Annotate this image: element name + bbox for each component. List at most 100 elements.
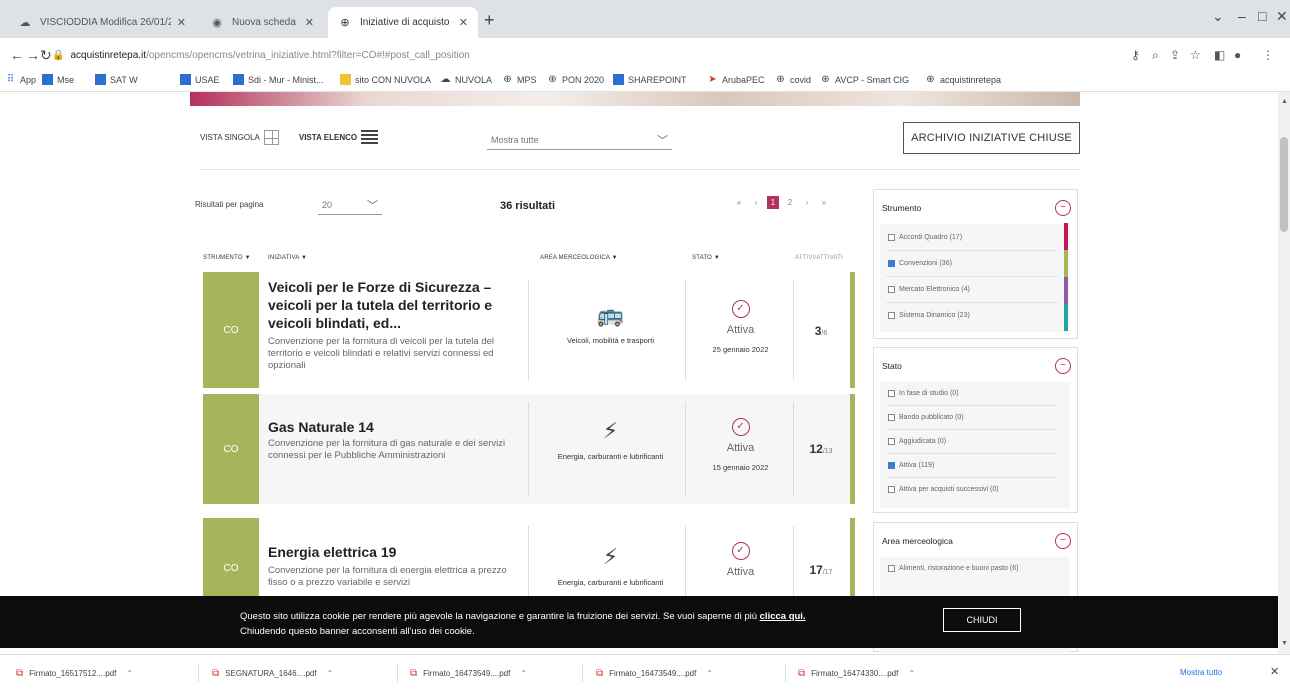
bookmark-label: USAE [195, 74, 220, 85]
chevron-up-icon[interactable]: ⌃ [327, 669, 334, 678]
close-tab-icon[interactable]: ✕ [459, 16, 468, 29]
close-tab-icon[interactable]: ✕ [305, 16, 314, 29]
key-icon[interactable]: ⚷ [1131, 48, 1140, 62]
close-tab-icon[interactable]: ✕ [177, 16, 186, 29]
initiative-title[interactable]: Gas Naturale 14 [268, 418, 523, 436]
collapse-icon[interactable]: − [1055, 533, 1071, 549]
chevron-up-icon[interactable]: ⌃ [520, 669, 527, 678]
page-current[interactable]: 1 [767, 196, 779, 209]
checkbox-checked[interactable] [888, 462, 895, 469]
bookmark-item[interactable]: Mse [42, 74, 74, 85]
page-next-number[interactable]: 2 [784, 196, 796, 209]
bookmark-item[interactable]: ⊕ acquistinretepa [925, 74, 1001, 85]
bookmark-item[interactable]: ⊕ MPS [502, 74, 536, 85]
first-page-button[interactable]: « [733, 196, 745, 209]
share-icon[interactable]: ⇪ [1170, 48, 1180, 62]
reload-icon[interactable]: ↻ [40, 47, 52, 64]
show-all-downloads-link[interactable]: Mostra tutto [1180, 668, 1222, 677]
results-per-page-select[interactable]: 20 ﹀ [318, 195, 382, 215]
forward-icon[interactable]: → [26, 47, 40, 63]
scroll-down-icon[interactable]: ▼ [1281, 640, 1288, 647]
initiative-row[interactable]: CO Veicoli per le Forze di Sicurezza – v… [203, 272, 855, 388]
bookmark-item[interactable]: ⊕ AVCP - Smart CIG [820, 74, 909, 85]
view-list-toggle[interactable]: VISTA ELENCO [299, 130, 379, 145]
download-item[interactable]: ⧉ Firmato_16473549....pdf ⌃ [410, 668, 527, 679]
checkbox[interactable] [888, 414, 895, 421]
initiative-title[interactable]: Veicoli per le Forze di Sicurezza – veic… [268, 278, 523, 332]
filter-option[interactable]: Mercato Elettronico (4) [888, 286, 970, 293]
new-tab-button[interactable]: + [484, 10, 495, 31]
column-header-stato[interactable]: STATO ▼ [692, 255, 720, 261]
initiative-row[interactable]: CO Gas Naturale 14 Convenzione per la fo… [203, 394, 855, 504]
star-icon[interactable]: ☆ [1190, 48, 1201, 62]
tab-search-icon[interactable]: ⌄ [1212, 8, 1224, 25]
filter-option[interactable]: Bando pubblicato (0) [888, 414, 964, 421]
filter-option[interactable]: Attiva (119) [888, 462, 934, 469]
prev-page-button[interactable]: ‹ [750, 196, 762, 209]
bookmark-item[interactable]: ☁ NUVOLA [440, 74, 493, 85]
browser-tab-2[interactable]: ◉ Nuova scheda ✕ [200, 7, 324, 38]
bookmark-item[interactable]: SAT W [95, 74, 138, 85]
filter-option[interactable]: In fase di studio (0) [888, 390, 959, 397]
profile-avatar[interactable]: ● [1234, 48, 1241, 62]
page-scrollbar[interactable]: ▲ ▼ [1278, 92, 1290, 654]
cookie-info-link[interactable]: clicca qui. [760, 611, 806, 622]
filter-option[interactable]: Accordi Quadro (17) [888, 234, 962, 241]
browser-tab-3[interactable]: ⊕ Iniziative di acquisto - acquistin ✕ [328, 7, 478, 38]
checkbox[interactable] [888, 234, 895, 241]
chevron-up-icon[interactable]: ⌃ [908, 669, 915, 678]
initiative-title[interactable]: Energia elettrica 19 [268, 543, 523, 561]
bookmark-item[interactable]: sito CON NUVOLA [340, 74, 431, 85]
maximize-button[interactable]: □ [1258, 8, 1266, 24]
collapse-icon[interactable]: − [1055, 358, 1071, 374]
browser-tab-1[interactable]: ☁ VISCIODDIA Modifica 26/01/202 ✕ [8, 7, 196, 38]
minimize-button[interactable]: – [1238, 8, 1246, 24]
chevron-up-icon[interactable]: ⌃ [706, 669, 713, 678]
zoom-icon[interactable]: ⌕ [1152, 48, 1159, 63]
view-single-toggle[interactable]: VISTA SINGOLA [200, 130, 279, 145]
cookie-close-button[interactable]: CHIUDI [943, 608, 1021, 632]
column-header-strumento[interactable]: STRUMENTO ▼ [203, 255, 251, 261]
scroll-thumb[interactable] [1280, 137, 1288, 232]
next-page-button[interactable]: › [801, 196, 813, 209]
checkbox[interactable] [888, 486, 895, 493]
collapse-icon[interactable]: − [1055, 200, 1071, 216]
status-filter-select[interactable]: Mostra tutte ﹀ [487, 130, 672, 150]
back-icon[interactable]: ← [10, 47, 24, 63]
bookmark-item[interactable]: ➤ ArubaPEC [707, 74, 764, 85]
archive-closed-initiatives-button[interactable]: ARCHIVIO INIZIATIVE CHIUSE [903, 122, 1080, 154]
download-item[interactable]: ⧉ SEGNATURA_1646....pdf ⌃ [212, 668, 333, 679]
download-filename: SEGNATURA_1646....pdf [225, 669, 317, 678]
bookmark-item[interactable]: ⊕ PON 2020 [547, 74, 604, 85]
last-page-button[interactable]: » [818, 196, 830, 209]
filter-option[interactable]: Convenzioni (36) [888, 260, 952, 267]
bookmark-item[interactable]: USAE [180, 74, 220, 85]
bookmark-item[interactable]: Sdi - Mur - Minist... [233, 74, 324, 85]
chevron-up-icon[interactable]: ⌃ [126, 669, 133, 678]
checkbox[interactable] [888, 286, 895, 293]
checkbox-checked[interactable] [888, 260, 895, 267]
scroll-up-icon[interactable]: ▲ [1281, 98, 1288, 105]
download-bar: ⧉ Firmato_16517512....pdf ⌃ ⧉ SEGNATURA_164… [0, 654, 1290, 689]
close-download-bar-icon[interactable]: ✕ [1270, 665, 1279, 678]
checkbox[interactable] [888, 565, 895, 572]
filter-option[interactable]: Sistema Dinamico (23) [888, 312, 970, 319]
column-header-area[interactable]: AREA MERCEOLOGICA ▼ [540, 255, 618, 261]
checkbox[interactable] [888, 390, 895, 397]
sidepanel-icon[interactable]: ◧ [1214, 48, 1225, 62]
checkbox[interactable] [888, 438, 895, 445]
download-item[interactable]: ⧉ Firmato_16474330....pdf ⌃ [798, 668, 915, 679]
bookmark-item[interactable]: ⊕ covid [775, 74, 811, 85]
filter-option[interactable]: Aggiudicata (0) [888, 438, 946, 445]
menu-icon[interactable]: ⋮ [1262, 48, 1274, 62]
bookmark-item[interactable]: SHAREPOINT [613, 74, 687, 85]
download-item[interactable]: ⧉ Firmato_16517512....pdf ⌃ [16, 668, 133, 679]
url-field[interactable]: 🔒 acquistinretepa.it /opencms/opencms/ve… [52, 44, 1082, 66]
column-header-iniziativa[interactable]: INIZIATIVA ▼ [268, 255, 307, 261]
close-window-button[interactable]: ✕ [1276, 8, 1288, 25]
filter-option[interactable]: Attiva per acquisti successivi (0) [888, 486, 999, 493]
checkbox[interactable] [888, 312, 895, 319]
download-item[interactable]: ⧉ Firmato_16473549....pdf ⌃ [596, 668, 713, 679]
bookmark-item[interactable]: ⠿ App [5, 74, 36, 85]
filter-option[interactable]: Alimenti, ristorazione e buoni pasto (6) [888, 565, 1018, 572]
